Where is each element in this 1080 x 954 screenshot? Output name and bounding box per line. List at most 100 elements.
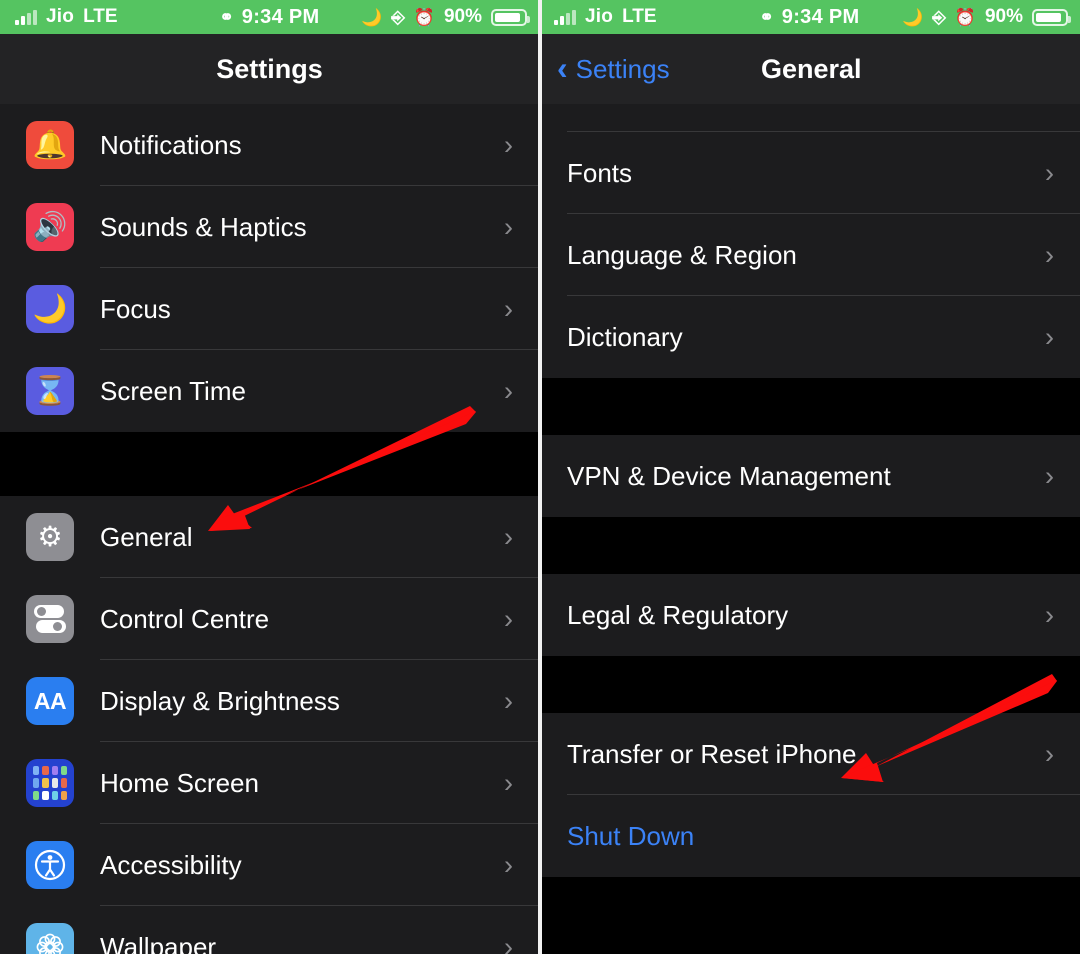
right-nav-bar: ‹ Settings General [539, 34, 1080, 104]
chevron-right-icon: › [1045, 460, 1054, 491]
chevron-right-icon: › [504, 211, 513, 242]
settings-group-1: 🔔 Notifications › 🔊 Sounds & Haptics › 🌙… [0, 104, 539, 432]
right-phone-screen: Jio LTE ⚭ 9:34 PM 🌙 ⎆ ⏰ 90% ‹ Settings G… [539, 0, 1080, 954]
chevron-right-icon: › [1045, 738, 1054, 769]
status-bar-center-group: ⚭ 9:34 PM [760, 6, 860, 29]
settings-row-display-brightness[interactable]: AA Display & Brightness › [0, 660, 539, 742]
row-label: Dictionary [567, 321, 683, 352]
flower-wallpaper-icon [26, 923, 74, 954]
general-group-4: Transfer or Reset iPhone › Shut Down [539, 713, 1080, 877]
left-nav-bar: Settings [0, 34, 539, 104]
general-group-3: Legal & Regulatory › [539, 574, 1080, 656]
chevron-right-icon: › [1045, 321, 1054, 352]
cellular-bars-icon [15, 9, 37, 25]
row-label: Sounds & Haptics [100, 211, 307, 242]
chevron-right-icon: › [504, 375, 513, 406]
rotation-lock-icon: ⎆ [932, 7, 946, 27]
row-label: General [100, 521, 193, 552]
text-size-aa-icon: AA [26, 677, 74, 725]
chain-link-icon: ⚭ [219, 7, 234, 27]
crescent-moon-icon: 🌙 [26, 285, 74, 333]
general-group-1: Fonts › Language & Region › Dictionary › [539, 132, 1080, 378]
row-label: Accessibility [100, 849, 242, 880]
chevron-right-icon: › [504, 129, 513, 160]
settings-row-control-centre[interactable]: Control Centre › [0, 578, 539, 660]
row-label: Notifications [100, 129, 242, 160]
alarm-clock-icon: ⏰ [954, 7, 976, 27]
crescent-moon-icon: 🌙 [361, 7, 383, 27]
screenshot-divider [538, 0, 542, 954]
settings-row-accessibility[interactable]: Accessibility › [0, 824, 539, 906]
bell-icon: 🔔 [26, 121, 74, 169]
carrier-label: Jio [585, 6, 614, 27]
status-bar-right-group: 🌙 ⎆ ⏰ 90% [361, 6, 530, 28]
chevron-right-icon: › [504, 293, 513, 324]
clock-label: 9:34 PM [241, 5, 320, 28]
section-gap [539, 517, 1080, 574]
row-label: Screen Time [100, 375, 246, 406]
general-row-dictionary[interactable]: Dictionary › [539, 296, 1080, 378]
general-row-fonts[interactable]: Fonts › [539, 132, 1080, 214]
hourglass-icon: ⌛ [26, 367, 74, 415]
carrier-label: Jio [46, 6, 75, 27]
accessibility-icon [26, 841, 74, 889]
rotation-lock-icon: ⎆ [391, 7, 405, 27]
row-label: Shut Down [567, 820, 695, 851]
chevron-right-icon: › [504, 685, 513, 716]
left-phone-screen: Jio LTE ⚭ 9:34 PM 🌙 ⎆ ⏰ 90% Settings 🔔 N… [0, 0, 539, 954]
back-button-label: Settings [575, 53, 670, 84]
chevron-right-icon: › [504, 849, 513, 880]
settings-row-notifications[interactable]: 🔔 Notifications › [0, 104, 539, 186]
gear-icon: ⚙ [26, 513, 74, 561]
settings-row-screen-time[interactable]: ⌛ Screen Time › [0, 350, 539, 432]
status-bar-right: Jio LTE ⚭ 9:34 PM 🌙 ⎆ ⏰ 90% [539, 0, 1080, 34]
settings-row-general[interactable]: ⚙ General › [0, 496, 539, 578]
battery-icon [491, 8, 530, 26]
status-bar-right-group: 🌙 ⎆ ⏰ 90% [902, 6, 1071, 28]
dual-screenshot-container: Jio LTE ⚭ 9:34 PM 🌙 ⎆ ⏰ 90% Settings 🔔 N… [0, 0, 1080, 954]
settings-row-home-screen[interactable]: Home Screen › [0, 742, 539, 824]
general-row-vpn-device-management[interactable]: VPN & Device Management › [539, 435, 1080, 517]
chevron-left-icon: ‹ [557, 49, 568, 86]
general-row-legal-regulatory[interactable]: Legal & Regulatory › [539, 574, 1080, 656]
speaker-wave-icon: 🔊 [26, 203, 74, 251]
cellular-bars-icon [554, 9, 576, 25]
general-row-shut-down[interactable]: Shut Down [539, 795, 1080, 877]
back-button[interactable]: ‹ Settings [557, 49, 670, 86]
settings-row-focus[interactable]: 🌙 Focus › [0, 268, 539, 350]
status-bar-left-group: Jio LTE [539, 6, 657, 28]
status-bar-left-group: Jio LTE [0, 6, 118, 28]
battery-icon [1032, 8, 1071, 26]
chevron-right-icon: › [504, 603, 513, 634]
section-gap [539, 656, 1080, 713]
row-label: Wallpaper [100, 931, 217, 954]
general-row-transfer-reset-iphone[interactable]: Transfer or Reset iPhone › [539, 713, 1080, 795]
battery-percent-label: 90% [984, 6, 1023, 27]
row-label: Language & Region [567, 239, 797, 270]
app-grid-icon [26, 759, 74, 807]
clock-label: 9:34 PM [781, 5, 860, 28]
status-bar-center-group: ⚭ 9:34 PM [220, 6, 320, 29]
row-label: Transfer or Reset iPhone [567, 738, 857, 769]
row-label: Home Screen [100, 767, 259, 798]
battery-percent-label: 90% [443, 6, 482, 27]
row-label: Display & Brightness [100, 685, 340, 716]
chevron-right-icon: › [504, 767, 513, 798]
section-gap [539, 378, 1080, 435]
section-gap [0, 432, 539, 496]
row-label: Fonts [567, 157, 633, 188]
toggles-icon [26, 595, 74, 643]
settings-row-wallpaper[interactable]: Wallpaper › [0, 906, 539, 954]
partial-scrolled-row[interactable]: Keyboard [539, 104, 1080, 132]
row-label: Legal & Regulatory [567, 599, 789, 630]
settings-row-sounds-haptics[interactable]: 🔊 Sounds & Haptics › [0, 186, 539, 268]
page-title: Settings [216, 53, 323, 84]
page-title: General [761, 53, 862, 84]
chevron-right-icon: › [504, 521, 513, 552]
alarm-clock-icon: ⏰ [413, 7, 435, 27]
general-row-language-region[interactable]: Language & Region › [539, 214, 1080, 296]
chevron-right-icon: › [1045, 239, 1054, 270]
row-label: Control Centre [100, 603, 270, 634]
general-group-2: VPN & Device Management › [539, 435, 1080, 517]
row-label: VPN & Device Management [567, 460, 891, 491]
